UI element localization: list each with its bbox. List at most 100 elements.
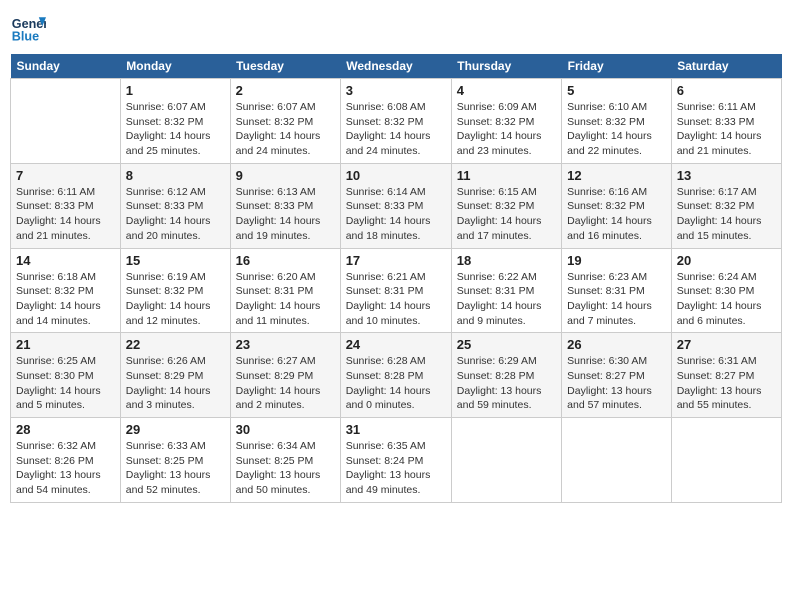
- header: General Blue: [10, 10, 782, 46]
- calendar-cell: [11, 79, 121, 164]
- day-info: Sunrise: 6:27 AM Sunset: 8:29 PM Dayligh…: [236, 354, 335, 413]
- day-info: Sunrise: 6:15 AM Sunset: 8:32 PM Dayligh…: [457, 185, 556, 244]
- day-number: 11: [457, 168, 556, 183]
- calendar-cell: 16 Sunrise: 6:20 AM Sunset: 8:31 PM Dayli…: [230, 248, 340, 333]
- day-number: 23: [236, 337, 335, 352]
- day-number: 7: [16, 168, 115, 183]
- day-info: Sunrise: 6:34 AM Sunset: 8:25 PM Dayligh…: [236, 439, 335, 498]
- day-number: 14: [16, 253, 115, 268]
- day-number: 25: [457, 337, 556, 352]
- day-info: Sunrise: 6:28 AM Sunset: 8:28 PM Dayligh…: [346, 354, 446, 413]
- calendar-cell: 8 Sunrise: 6:12 AM Sunset: 8:33 PM Daylig…: [120, 163, 230, 248]
- logo: General Blue: [10, 10, 46, 46]
- day-number: 8: [126, 168, 225, 183]
- day-number: 16: [236, 253, 335, 268]
- day-info: Sunrise: 6:35 AM Sunset: 8:24 PM Dayligh…: [346, 439, 446, 498]
- day-number: 2: [236, 83, 335, 98]
- day-number: 30: [236, 422, 335, 437]
- week-row-5: 28 Sunrise: 6:32 AM Sunset: 8:26 PM Dayli…: [11, 418, 782, 503]
- day-info: Sunrise: 6:24 AM Sunset: 8:30 PM Dayligh…: [677, 270, 776, 329]
- calendar-cell: 30 Sunrise: 6:34 AM Sunset: 8:25 PM Dayli…: [230, 418, 340, 503]
- day-number: 31: [346, 422, 446, 437]
- day-number: 27: [677, 337, 776, 352]
- calendar-cell: 17 Sunrise: 6:21 AM Sunset: 8:31 PM Dayli…: [340, 248, 451, 333]
- calendar-cell: 9Sunrise: 6:13 AM Sunset: 8:33 PM Daylig…: [230, 163, 340, 248]
- day-number: 15: [126, 253, 225, 268]
- day-info: Sunrise: 6:11 AM Sunset: 8:33 PM Dayligh…: [16, 185, 115, 244]
- calendar-cell: 20 Sunrise: 6:24 AM Sunset: 8:30 PM Dayli…: [671, 248, 781, 333]
- day-info: Sunrise: 6:30 AM Sunset: 8:27 PM Dayligh…: [567, 354, 666, 413]
- calendar-cell: 27Sunrise: 6:31 AM Sunset: 8:27 PM Dayli…: [671, 333, 781, 418]
- day-header-friday: Friday: [562, 54, 672, 79]
- day-info: Sunrise: 6:18 AM Sunset: 8:32 PM Dayligh…: [16, 270, 115, 329]
- calendar-cell: 13Sunrise: 6:17 AM Sunset: 8:32 PM Dayli…: [671, 163, 781, 248]
- day-number: 3: [346, 83, 446, 98]
- day-number: 10: [346, 168, 446, 183]
- calendar-cell: 4 Sunrise: 6:09 AM Sunset: 8:32 PM Daylig…: [451, 79, 561, 164]
- calendar-cell: 18Sunrise: 6:22 AM Sunset: 8:31 PM Dayli…: [451, 248, 561, 333]
- logo-icon: General Blue: [10, 10, 46, 46]
- day-info: Sunrise: 6:19 AM Sunset: 8:32 PM Dayligh…: [126, 270, 225, 329]
- calendar-cell: 15 Sunrise: 6:19 AM Sunset: 8:32 PM Dayli…: [120, 248, 230, 333]
- calendar-cell: 12 Sunrise: 6:16 AM Sunset: 8:32 PM Dayli…: [562, 163, 672, 248]
- calendar-cell: 24 Sunrise: 6:28 AM Sunset: 8:28 PM Dayli…: [340, 333, 451, 418]
- day-number: 29: [126, 422, 225, 437]
- calendar-cell: [451, 418, 561, 503]
- day-number: 21: [16, 337, 115, 352]
- day-number: 1: [126, 83, 225, 98]
- day-info: Sunrise: 6:13 AM Sunset: 8:33 PM Dayligh…: [236, 185, 335, 244]
- day-info: Sunrise: 6:17 AM Sunset: 8:32 PM Dayligh…: [677, 185, 776, 244]
- day-info: Sunrise: 6:29 AM Sunset: 8:28 PM Dayligh…: [457, 354, 556, 413]
- day-header-sunday: Sunday: [11, 54, 121, 79]
- day-info: Sunrise: 6:12 AM Sunset: 8:33 PM Dayligh…: [126, 185, 225, 244]
- day-header-thursday: Thursday: [451, 54, 561, 79]
- day-header-saturday: Saturday: [671, 54, 781, 79]
- week-row-1: 1 Sunrise: 6:07 AM Sunset: 8:32 PM Daylig…: [11, 79, 782, 164]
- day-info: Sunrise: 6:16 AM Sunset: 8:32 PM Dayligh…: [567, 185, 666, 244]
- calendar-cell: 29 Sunrise: 6:33 AM Sunset: 8:25 PM Dayli…: [120, 418, 230, 503]
- week-row-3: 14 Sunrise: 6:18 AM Sunset: 8:32 PM Dayli…: [11, 248, 782, 333]
- calendar-cell: 22Sunrise: 6:26 AM Sunset: 8:29 PM Dayli…: [120, 333, 230, 418]
- calendar-cell: 2Sunrise: 6:07 AM Sunset: 8:32 PM Daylig…: [230, 79, 340, 164]
- calendar-cell: 31 Sunrise: 6:35 AM Sunset: 8:24 PM Dayli…: [340, 418, 451, 503]
- svg-text:Blue: Blue: [12, 30, 39, 44]
- day-number: 5: [567, 83, 666, 98]
- day-number: 28: [16, 422, 115, 437]
- days-header-row: SundayMondayTuesdayWednesdayThursdayFrid…: [11, 54, 782, 79]
- day-number: 20: [677, 253, 776, 268]
- day-number: 12: [567, 168, 666, 183]
- calendar-table: SundayMondayTuesdayWednesdayThursdayFrid…: [10, 54, 782, 503]
- day-info: Sunrise: 6:07 AM Sunset: 8:32 PM Dayligh…: [126, 100, 225, 159]
- day-number: 26: [567, 337, 666, 352]
- day-info: Sunrise: 6:25 AM Sunset: 8:30 PM Dayligh…: [16, 354, 115, 413]
- calendar-cell: 3 Sunrise: 6:08 AM Sunset: 8:32 PM Daylig…: [340, 79, 451, 164]
- day-info: Sunrise: 6:33 AM Sunset: 8:25 PM Dayligh…: [126, 439, 225, 498]
- calendar-cell: 1 Sunrise: 6:07 AM Sunset: 8:32 PM Daylig…: [120, 79, 230, 164]
- day-number: 17: [346, 253, 446, 268]
- day-info: Sunrise: 6:32 AM Sunset: 8:26 PM Dayligh…: [16, 439, 115, 498]
- calendar-cell: 7 Sunrise: 6:11 AM Sunset: 8:33 PM Daylig…: [11, 163, 121, 248]
- calendar-cell: 5Sunrise: 6:10 AM Sunset: 8:32 PM Daylig…: [562, 79, 672, 164]
- day-info: Sunrise: 6:20 AM Sunset: 8:31 PM Dayligh…: [236, 270, 335, 329]
- calendar-cell: 11 Sunrise: 6:15 AM Sunset: 8:32 PM Dayli…: [451, 163, 561, 248]
- calendar-cell: 26 Sunrise: 6:30 AM Sunset: 8:27 PM Dayli…: [562, 333, 672, 418]
- day-number: 18: [457, 253, 556, 268]
- day-info: Sunrise: 6:21 AM Sunset: 8:31 PM Dayligh…: [346, 270, 446, 329]
- day-number: 24: [346, 337, 446, 352]
- day-number: 6: [677, 83, 776, 98]
- calendar-cell: 6 Sunrise: 6:11 AM Sunset: 8:33 PM Daylig…: [671, 79, 781, 164]
- calendar-cell: 23 Sunrise: 6:27 AM Sunset: 8:29 PM Dayli…: [230, 333, 340, 418]
- day-info: Sunrise: 6:08 AM Sunset: 8:32 PM Dayligh…: [346, 100, 446, 159]
- day-info: Sunrise: 6:09 AM Sunset: 8:32 PM Dayligh…: [457, 100, 556, 159]
- day-header-tuesday: Tuesday: [230, 54, 340, 79]
- week-row-2: 7 Sunrise: 6:11 AM Sunset: 8:33 PM Daylig…: [11, 163, 782, 248]
- calendar-cell: 28 Sunrise: 6:32 AM Sunset: 8:26 PM Dayli…: [11, 418, 121, 503]
- day-number: 4: [457, 83, 556, 98]
- day-number: 19: [567, 253, 666, 268]
- calendar-cell: 19Sunrise: 6:23 AM Sunset: 8:31 PM Dayli…: [562, 248, 672, 333]
- calendar-cell: 25 Sunrise: 6:29 AM Sunset: 8:28 PM Dayli…: [451, 333, 561, 418]
- day-info: Sunrise: 6:14 AM Sunset: 8:33 PM Dayligh…: [346, 185, 446, 244]
- day-info: Sunrise: 6:26 AM Sunset: 8:29 PM Dayligh…: [126, 354, 225, 413]
- calendar-cell: [562, 418, 672, 503]
- day-info: Sunrise: 6:11 AM Sunset: 8:33 PM Dayligh…: [677, 100, 776, 159]
